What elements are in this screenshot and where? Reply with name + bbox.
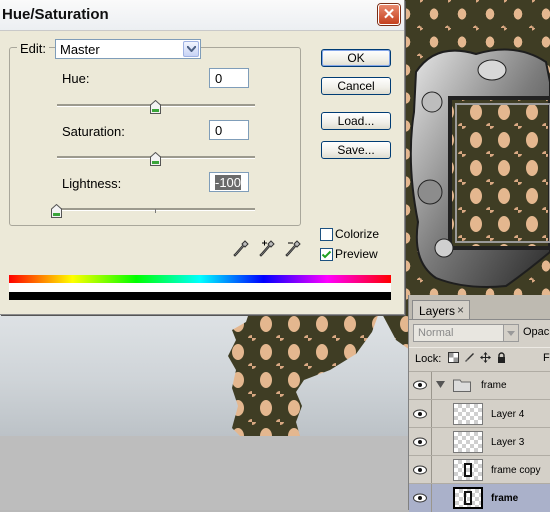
layer-thumbnail — [453, 487, 483, 509]
spectrum-separator — [9, 283, 391, 292]
hue-saturation-dialog: Hue/Saturation ✕ Edit: Master Hue: 0 Sat… — [0, 0, 405, 315]
checkmark-icon — [321, 250, 332, 259]
layer-row[interactable]: frame — [409, 371, 550, 400]
lock-brush-icon[interactable] — [464, 352, 475, 363]
saturation-label: Saturation: — [62, 124, 125, 139]
layer-name: Layer 3 — [491, 437, 525, 448]
layer-row[interactable]: Layer 4 — [409, 399, 550, 428]
column-divider — [431, 456, 432, 484]
layers-tab-bar: Layers × — [409, 295, 550, 320]
frame-thumbnail-icon — [464, 463, 472, 477]
lock-transparency-icon[interactable] — [448, 352, 459, 363]
colorize-label: Colorize — [335, 227, 380, 241]
layers-tab-label: Layers — [419, 304, 456, 318]
layer-name: Layer 4 — [491, 409, 525, 420]
close-icon: ✕ — [382, 6, 396, 23]
opacity-label: Opacit — [523, 326, 550, 338]
dialog-title-bar[interactable]: Hue/Saturation ✕ — [0, 0, 404, 31]
lightness-center-tick — [155, 209, 156, 213]
preview-checkbox[interactable] — [320, 248, 333, 261]
hue-slider-thumb[interactable] — [150, 100, 161, 114]
folder-icon — [453, 379, 471, 392]
saturation-slider-thumb[interactable] — [150, 152, 161, 166]
layer-thumbnail — [453, 459, 483, 481]
eyedropper-icon[interactable] — [233, 240, 249, 258]
lock-label: Lock: — [415, 353, 442, 365]
eye-icon[interactable] — [413, 409, 427, 419]
output-hue-spectrum-bar — [9, 292, 391, 300]
lightness-input[interactable]: -100 — [209, 172, 249, 192]
layer-row-selected[interactable]: frame — [409, 483, 550, 512]
hue-label: Hue: — [62, 71, 90, 86]
eye-icon[interactable] — [413, 380, 427, 390]
layer-thumbnail — [453, 403, 483, 425]
preview-label: Preview — [335, 247, 378, 261]
column-divider — [431, 484, 432, 512]
layer-thumbnail — [453, 431, 483, 453]
layer-name: frame copy — [491, 465, 541, 476]
ok-button[interactable]: OK — [321, 49, 391, 67]
input-hue-spectrum-bar — [9, 275, 391, 283]
eye-icon[interactable] — [413, 465, 427, 475]
fill-label: Fi — [543, 352, 550, 364]
lock-all-icon[interactable] — [496, 352, 507, 363]
lock-move-icon[interactable] — [480, 352, 491, 363]
edit-channel-value: Master — [60, 42, 100, 57]
cancel-button[interactable]: Cancel — [321, 77, 391, 95]
close-tab-icon[interactable]: × — [457, 303, 464, 317]
layer-name: frame — [491, 493, 519, 504]
eye-icon[interactable] — [413, 493, 427, 503]
ornate-frame-image — [409, 48, 550, 288]
column-divider — [431, 428, 432, 456]
blend-mode-value: Normal — [418, 327, 454, 339]
save-button[interactable]: Save... — [321, 141, 391, 159]
load-button[interactable]: Load... — [321, 112, 391, 130]
layer-row[interactable]: Layer 3 — [409, 427, 550, 456]
lightness-label: Lightness: — [62, 176, 122, 191]
lightness-slider-thumb[interactable] — [51, 204, 62, 218]
blend-mode-select[interactable]: Normal — [413, 324, 519, 342]
eyedropper-plus-icon[interactable] — [259, 240, 275, 258]
adjustment-group-box — [9, 47, 301, 226]
canvas-background — [0, 436, 410, 510]
chevron-down-icon[interactable] — [183, 41, 199, 57]
layer-row[interactable]: frame copy — [409, 455, 550, 484]
eye-icon[interactable] — [413, 437, 427, 447]
colorize-checkbox[interactable] — [320, 228, 333, 241]
column-divider — [431, 372, 432, 400]
column-divider — [431, 400, 432, 428]
layer-name: frame — [481, 380, 507, 391]
layers-panel: Layers × Normal Opacit Lock: Fi frame La… — [408, 295, 550, 512]
edit-label: Edit: — [17, 41, 50, 56]
tab-layers[interactable]: Layers × — [412, 300, 470, 319]
triangle-expanded-icon[interactable] — [436, 381, 445, 388]
frame-thumbnail-icon — [464, 491, 472, 505]
lightness-slider-track[interactable] — [57, 208, 255, 211]
edit-channel-select[interactable]: Master — [55, 39, 201, 59]
saturation-input[interactable]: 0 — [209, 120, 249, 140]
torn-wall-opening — [160, 310, 410, 436]
dialog-title: Hue/Saturation — [2, 6, 109, 23]
hue-input[interactable]: 0 — [209, 68, 249, 88]
chevron-down-icon[interactable] — [503, 325, 518, 341]
eyedropper-minus-icon[interactable] — [285, 240, 301, 258]
close-button[interactable]: ✕ — [378, 4, 400, 25]
